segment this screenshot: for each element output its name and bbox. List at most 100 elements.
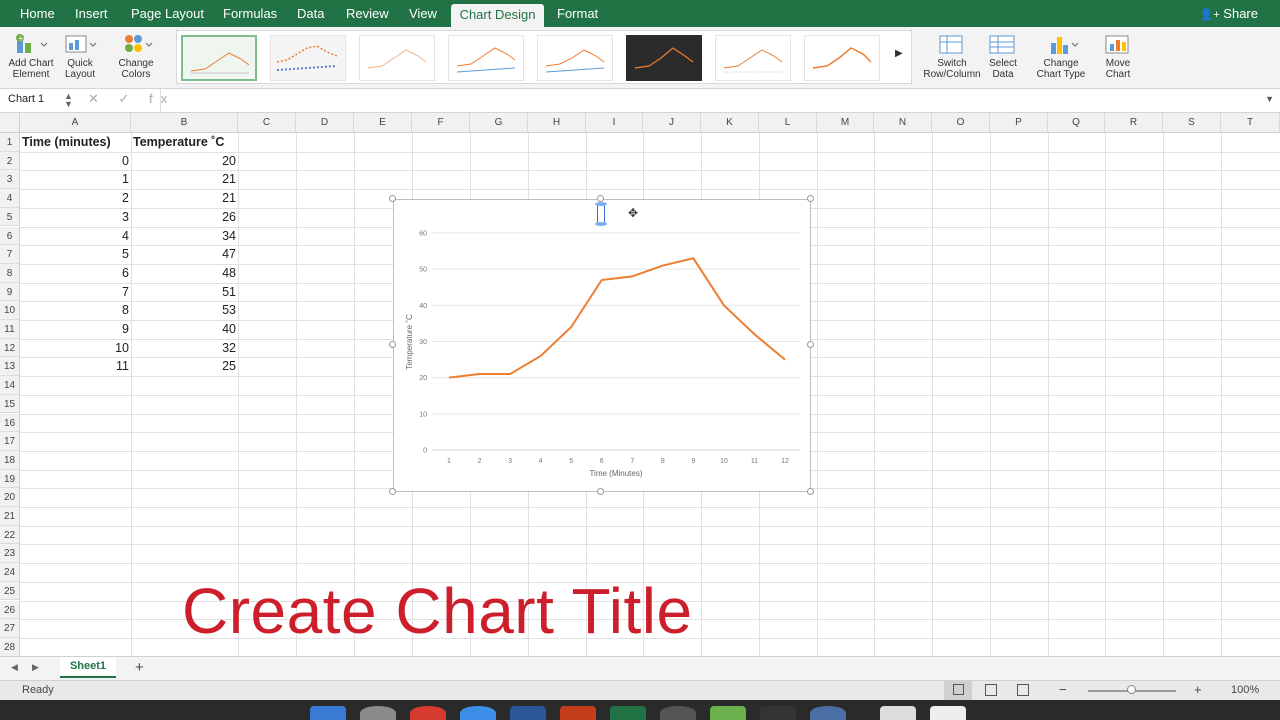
add-sheet-button[interactable]: +: [135, 659, 144, 676]
dock-facetime-icon[interactable]: [710, 706, 746, 720]
zoom-in-button[interactable]: +: [1194, 682, 1202, 697]
tab-view[interactable]: View: [409, 0, 437, 27]
tab-page-layout[interactable]: Page Layout: [131, 0, 204, 27]
resize-handle-s[interactable]: [597, 488, 604, 495]
row-header[interactable]: 26: [0, 600, 20, 620]
row-header[interactable]: 19: [0, 469, 20, 489]
change-colors-button[interactable]: Change Colors: [112, 33, 160, 80]
cell-a3[interactable]: 1: [20, 170, 129, 188]
column-header[interactable]: F: [412, 113, 470, 133]
row-header[interactable]: 9: [0, 282, 20, 302]
row-header[interactable]: 2: [0, 151, 20, 171]
gallery-next-icon[interactable]: ▶: [895, 48, 903, 59]
row-header[interactable]: 13: [0, 357, 20, 377]
row-header[interactable]: 6: [0, 226, 20, 246]
dock-powerpoint-icon[interactable]: [560, 706, 596, 720]
tab-formulas[interactable]: Formulas: [223, 0, 277, 27]
switch-row-column-button[interactable]: Switch Row/Column: [922, 33, 982, 80]
zoom-slider-thumb[interactable]: [1127, 685, 1136, 694]
cell-b11[interactable]: 40: [131, 320, 236, 338]
column-header[interactable]: S: [1163, 113, 1221, 133]
cell-b3[interactable]: 21: [131, 170, 236, 188]
column-header[interactable]: R: [1105, 113, 1163, 133]
column-header[interactable]: E: [354, 113, 412, 133]
column-header[interactable]: C: [238, 113, 296, 133]
column-header[interactable]: D: [296, 113, 354, 133]
cell-b9[interactable]: 51: [131, 283, 236, 301]
chart-style-1[interactable]: [181, 35, 257, 81]
tab-data[interactable]: Data: [297, 0, 324, 27]
cell-a1[interactable]: Time (minutes): [22, 133, 111, 151]
resize-handle-se[interactable]: [807, 488, 814, 495]
row-header[interactable]: 11: [0, 320, 20, 339]
row-header[interactable]: 16: [0, 413, 20, 433]
row-header[interactable]: 17: [0, 432, 20, 451]
cell-a9[interactable]: 7: [20, 283, 129, 301]
select-all-corner[interactable]: [0, 113, 20, 133]
name-box[interactable]: Chart 1: [8, 93, 44, 105]
cell-b1[interactable]: Temperature ˚C: [133, 133, 224, 151]
row-header[interactable]: 8: [0, 263, 20, 283]
cell-a13[interactable]: 11: [20, 357, 129, 375]
row-header[interactable]: 24: [0, 563, 20, 582]
row-header[interactable]: 14: [0, 376, 20, 395]
move-chart-button[interactable]: Move Chart: [1098, 33, 1138, 80]
row-header[interactable]: 28: [0, 637, 20, 656]
chart-style-2[interactable]: [270, 35, 346, 81]
resize-handle-sw[interactable]: [389, 488, 396, 495]
column-header[interactable]: L: [759, 113, 817, 133]
column-header[interactable]: Q: [1048, 113, 1105, 133]
row-header[interactable]: 5: [0, 207, 20, 227]
cell-b12[interactable]: 32: [131, 339, 236, 357]
column-header[interactable]: N: [874, 113, 932, 133]
share-button[interactable]: 👤+ Share: [1200, 0, 1258, 27]
cell-b7[interactable]: 47: [131, 245, 236, 263]
row-header[interactable]: 10: [0, 301, 20, 320]
row-header[interactable]: 1: [0, 133, 20, 152]
resize-handle-nw[interactable]: [389, 195, 396, 202]
cell-a2[interactable]: 0: [20, 152, 129, 170]
dock-documents-icon[interactable]: [880, 706, 916, 720]
chart-object[interactable]: 0 10 20 30 40 50 60 1 2 3 4 5 6 7 8 9 10 11 12 Time (Minu…: [393, 199, 811, 492]
normal-view-button[interactable]: [944, 681, 972, 700]
column-header[interactable]: P: [990, 113, 1048, 133]
row-header[interactable]: 20: [0, 488, 20, 507]
row-header[interactable]: 23: [0, 544, 20, 564]
scroll-right-icon[interactable]: ▶: [32, 662, 39, 673]
tab-format[interactable]: Format: [557, 0, 598, 27]
column-header[interactable]: I: [586, 113, 643, 133]
quick-layout-button[interactable]: Quick Layout: [58, 33, 102, 80]
column-header[interactable]: O: [932, 113, 990, 133]
row-header[interactable]: 3: [0, 170, 20, 190]
zoom-out-button[interactable]: −: [1059, 682, 1067, 697]
row-header[interactable]: 21: [0, 507, 20, 526]
cell-b2[interactable]: 20: [131, 152, 236, 170]
column-header[interactable]: G: [470, 113, 528, 133]
column-header[interactable]: H: [528, 113, 586, 133]
sheet-tab-sheet1[interactable]: Sheet1: [60, 657, 116, 678]
row-header[interactable]: 4: [0, 189, 20, 208]
change-chart-type-button[interactable]: Change Chart Type: [1032, 33, 1090, 80]
cell-a10[interactable]: 8: [20, 301, 129, 319]
scroll-left-icon[interactable]: ◀: [11, 662, 18, 673]
chart-style-5[interactable]: [537, 35, 613, 81]
formula-input[interactable]: [162, 91, 1262, 111]
resize-handle-e[interactable]: [807, 341, 814, 348]
cell-a5[interactable]: 3: [20, 208, 129, 226]
page-layout-view-icon[interactable]: [985, 684, 997, 696]
column-header[interactable]: A: [20, 113, 131, 133]
dock-finder-icon[interactable]: [310, 706, 346, 720]
dock-safari-icon[interactable]: [460, 706, 496, 720]
dock-app-icon[interactable]: [660, 706, 696, 720]
select-data-button[interactable]: Select Data: [984, 33, 1022, 80]
chart-style-6[interactable]: [626, 35, 702, 81]
tab-insert[interactable]: Insert: [75, 0, 108, 27]
chart-style-3[interactable]: [359, 35, 435, 81]
row-header[interactable]: 22: [0, 525, 20, 545]
cell-a6[interactable]: 4: [20, 227, 129, 245]
row-header[interactable]: 18: [0, 450, 20, 470]
dock-launchpad-icon[interactable]: [360, 706, 396, 720]
chart-style-4[interactable]: [448, 35, 524, 81]
resize-handle-w[interactable]: [389, 341, 396, 348]
cell-a12[interactable]: 10: [20, 339, 129, 357]
